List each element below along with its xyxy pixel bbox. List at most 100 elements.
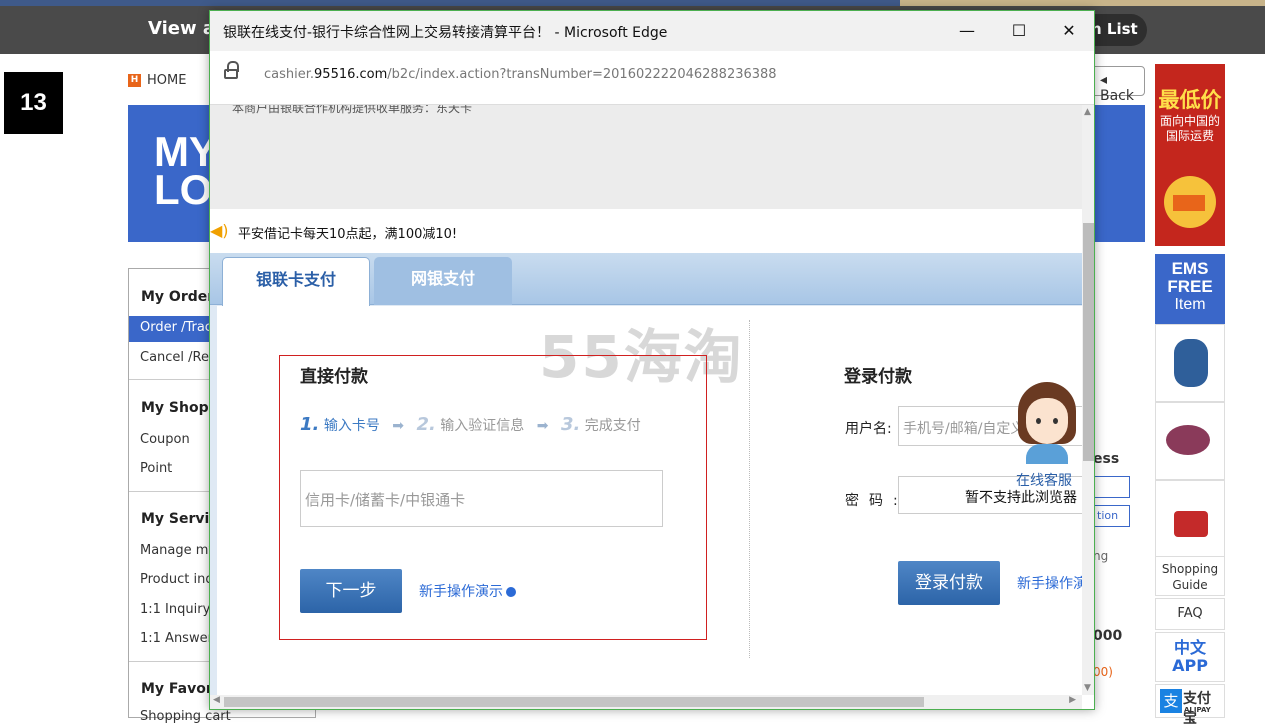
ad-item: Item: [1174, 296, 1206, 313]
product-thumb-backpack[interactable]: [1155, 324, 1225, 402]
payment-body: 55海淘 直接付款 1. 输入卡号 ➡ 2. 输入验证信息 ➡ 3. 完成支付 …: [217, 306, 1082, 695]
scroll-right-icon[interactable]: ▶: [1069, 695, 1076, 705]
agent-eye: [1053, 418, 1058, 424]
amount-fragment: 000: [1093, 628, 1123, 644]
tab-online-banking[interactable]: 网银支付: [374, 257, 512, 305]
tab-unionpay-card[interactable]: 银联卡支付: [222, 257, 370, 306]
customer-service-widget[interactable]: 在线客服: [1012, 382, 1082, 497]
step-1-label: 输入卡号: [323, 418, 380, 434]
step-3-number: 3.: [560, 414, 581, 435]
top-strip-accent: [900, 0, 1265, 6]
step-3-label: 完成支付: [584, 418, 641, 434]
backpack-icon: [1174, 339, 1208, 387]
ad-free: FREE: [1167, 277, 1213, 296]
horizontal-scroll-thumb[interactable]: [224, 697, 924, 707]
payment-steps: 1. 输入卡号 ➡ 2. 输入验证信息 ➡ 3. 完成支付: [300, 414, 641, 435]
merchant-info-area: 本商户由银联合作机构提供收单服务：东天卡: [210, 105, 1082, 209]
home-link[interactable]: HOME: [147, 73, 186, 88]
scroll-left-icon[interactable]: ◀: [213, 695, 220, 705]
username-label: 用户名:: [845, 421, 892, 437]
promo-bar: ◀) 平安借记卡每天10点起，满100减10!: [210, 209, 1082, 253]
url-domain: 95516.com: [314, 67, 388, 82]
chinese-app-link[interactable]: 中文 APP: [1155, 632, 1225, 682]
ad-to-china-2: 国际运费: [1165, 129, 1214, 143]
minimize-button[interactable]: —: [944, 17, 990, 45]
lock-icon: [224, 61, 239, 79]
window-title-bar[interactable]: 银联在线支付-银行卡综合性网上交易转接清算平台！ - Microsoft Edg…: [210, 11, 1094, 51]
address-button-1[interactable]: [1093, 476, 1130, 498]
ad-lowest-price: 最低价: [1158, 88, 1222, 112]
sidebar-item-shopping-cart[interactable]: Shopping cart: [140, 709, 231, 724]
vertical-scroll-thumb[interactable]: [1083, 223, 1094, 461]
sidebar-divider: [129, 379, 213, 380]
sidebar-item-order-track[interactable]: Order /Trac: [129, 316, 213, 342]
sidebar-item-coupon[interactable]: Coupon: [140, 432, 190, 447]
product-thumb-cap[interactable]: [1155, 402, 1225, 480]
column-divider: [749, 320, 750, 658]
truck-icon: [1173, 195, 1205, 211]
app-label: APP: [1172, 656, 1208, 675]
maximize-button[interactable]: ☐: [996, 17, 1042, 45]
right-ad-column: 最低价 面向中国的 国际运费 EMS FREE Item Shopping Gu…: [1155, 64, 1225, 727]
login-pay-button[interactable]: 登录付款: [898, 561, 1000, 605]
home-icon[interactable]: H: [128, 74, 141, 87]
my-lotte-banner: MY LO: [128, 105, 217, 242]
sidebar-item-answer[interactable]: 1:1 Answer: [140, 631, 213, 646]
alipay-link[interactable]: 支 支付宝 ALIPAY: [1155, 684, 1225, 727]
product-thumb-bag[interactable]: [1155, 480, 1225, 558]
sidebar-divider: [129, 661, 213, 662]
shopping-guide-link[interactable]: Shopping Guide: [1155, 556, 1225, 596]
horizontal-scrollbar[interactable]: ◀ ▶: [210, 695, 1082, 709]
faq-link[interactable]: FAQ: [1155, 598, 1225, 630]
login-tutorial-link[interactable]: 新手操作演: [1017, 573, 1082, 593]
sidebar-item-point[interactable]: Point: [140, 461, 172, 476]
sidebar-item-inquiry[interactable]: 1:1 Inquiry: [140, 602, 210, 617]
promo-text[interactable]: 平安借记卡每天10点起，满100减10!: [238, 223, 457, 242]
bag-icon: [1174, 511, 1208, 537]
next-step-button[interactable]: 下一步: [300, 569, 402, 613]
sidebar-heading-order: My Order: [141, 289, 215, 305]
alipay-en-label: ALIPAY: [1184, 706, 1211, 714]
card-number-input[interactable]: 信用卡/储蓄卡/中银通卡: [300, 470, 663, 527]
login-pay-title: 登录付款: [844, 367, 912, 387]
slide-number-badge: 13: [4, 72, 63, 134]
arrow-right-icon: ➡: [536, 418, 549, 434]
url-path: /b2c/index.action?transNumber=2016022220…: [387, 67, 777, 82]
payment-tabs: 银联卡支付 网银支付: [210, 253, 1082, 306]
vertical-scrollbar[interactable]: ▲ ▼: [1082, 105, 1094, 695]
scroll-down-icon[interactable]: ▼: [1084, 683, 1091, 693]
lowest-shipping-ad[interactable]: 最低价 面向中国的 国际运费: [1155, 64, 1225, 246]
payment-panel: 银联卡支付 网银支付 55海淘 直接付款 1. 输入卡号 ➡ 2. 输入验证信息…: [210, 253, 1082, 695]
page-content: 本商户由银联合作机构提供收单服务：东天卡 ◀) 平安借记卡每天10点起，满100…: [210, 105, 1082, 695]
back-button[interactable]: ◂ Back: [1093, 66, 1145, 104]
agent-eye: [1036, 418, 1041, 424]
ad-to-china-1: 面向中国的: [1159, 114, 1220, 128]
alipay-icon: 支: [1160, 689, 1182, 713]
scroll-up-icon[interactable]: ▲: [1084, 107, 1091, 117]
banner-right-edge: [1093, 105, 1145, 242]
app-chinese-label: 中文: [1173, 638, 1206, 657]
window-title: 银联在线支付-银行卡综合性网上交易转接清算平台！ - Microsoft Edg…: [223, 25, 668, 41]
agent-body: [1026, 444, 1068, 464]
back-arrow-icon: ◂: [1100, 72, 1108, 88]
online-support-label: 在线客服: [1016, 473, 1072, 489]
cap-icon: [1166, 425, 1210, 455]
close-button[interactable]: ✕: [1046, 17, 1092, 45]
step-1-number: 1.: [300, 414, 320, 435]
address-bar[interactable]: cashier.95516.com/b2c/index.action?trans…: [210, 51, 1094, 105]
amount-sub-fragment: 00): [1093, 665, 1113, 679]
agent-face: [1026, 398, 1068, 444]
sidebar-item-manage[interactable]: Manage my: [140, 543, 216, 558]
step-2-number: 2.: [416, 414, 436, 435]
sidebar-divider: [129, 491, 213, 492]
url-prefix: cashier.: [264, 67, 315, 82]
ems-free-ad[interactable]: EMS FREE Item: [1155, 254, 1225, 324]
arrow-right-icon: ➡: [392, 418, 405, 434]
direct-pay-title: 直接付款: [300, 367, 368, 387]
merchant-note: 本商户由银联合作机构提供收单服务：东天卡: [232, 105, 473, 115]
play-icon: [506, 587, 516, 597]
tutorial-link[interactable]: 新手操作演示: [419, 581, 516, 601]
url-text[interactable]: cashier.95516.com/b2c/index.action?trans…: [264, 67, 777, 82]
address-button-2[interactable]: tion: [1093, 505, 1130, 527]
tutorial-label: 新手操作演示: [419, 584, 503, 600]
